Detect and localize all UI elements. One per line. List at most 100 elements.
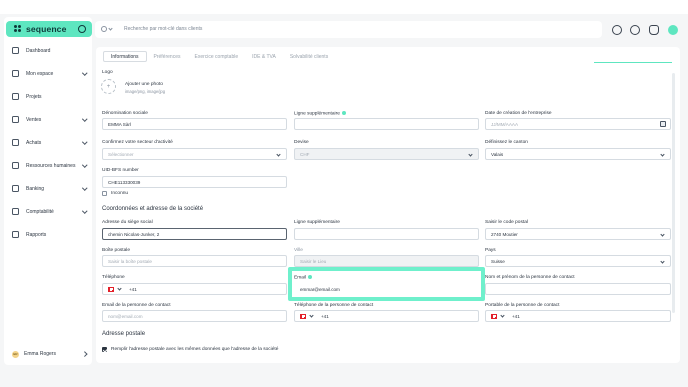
unknown-label: Inconnu [111,191,129,196]
currency-label: Devise [294,140,309,145]
tab-preferences[interactable]: Préférences [147,51,188,62]
help-icon[interactable] [668,25,678,35]
extra-line-label: Ligne supplémentaire [294,111,346,116]
contact-phone-field[interactable]: +41 [294,310,479,322]
contact-mobile-field[interactable]: +41 [485,310,671,322]
city-label: Ville [294,248,303,253]
chevron-down-icon [660,151,665,157]
city-field[interactable]: Saisir le Lieu [294,255,479,267]
extra-line-field[interactable] [294,118,479,130]
sidebar: sequence Dashboard Mon espace Projets Ve… [4,17,92,365]
search-filter-chevron-icon[interactable] [108,26,113,31]
photo-formats-hint: image/png, image/jpg [125,89,166,94]
sidebar-item-label: Ventes [26,116,42,123]
calculator-icon [12,208,19,215]
country-select[interactable]: Suisse [485,255,671,267]
user-icon [12,70,19,77]
canton-select[interactable]: Valais [485,148,671,160]
tab-solvabilite-clients[interactable]: Solvabilité clients [283,51,335,62]
add-icon[interactable] [612,25,622,35]
settings-tabs: Informations Préférences Exercice compta… [103,51,335,62]
hq-address-field[interactable]: chemin Nicolas-Junker, 2 [102,228,287,240]
postal-code-label: Saisir le code postal [485,220,528,225]
sidebar-item-mon-espace[interactable]: Mon espace [12,68,88,79]
country-code-chevron-icon[interactable] [500,312,505,318]
upload-photo-icon[interactable]: + [101,79,116,94]
sidebar-item-label: Mon espace [26,70,54,77]
tag-icon [12,139,19,146]
clock-icon[interactable] [630,25,640,35]
user-menu[interactable]: ER Emma Rogers [12,349,88,359]
sidebar-item-label: Projets [26,93,42,100]
swiss-flag-icon [300,313,306,319]
bell-icon[interactable] [649,25,659,35]
tab-accent-line [594,62,672,63]
chevron-right-icon [81,351,87,357]
email-highlight-frame [288,267,485,301]
tab-exercice-comptable[interactable]: Exercice comptable [187,51,245,62]
uid-field[interactable]: CHE113330039 [102,176,287,188]
sidebar-item-banking[interactable]: Banking [12,183,88,194]
sidebar-item-comptabilite[interactable]: Comptabilité [12,206,88,217]
country-label: Pays [485,248,496,253]
scrollbar[interactable] [672,73,675,313]
info-icon [341,111,346,115]
brand-logo[interactable]: sequence [6,21,92,37]
same-address-checkbox[interactable] [102,347,107,352]
sidebar-item-ventes[interactable]: Ventes [12,114,88,125]
po-box-field[interactable]: Saisir la boîte postale [102,255,287,267]
sidebar-item-label: Ressources humaines [26,162,76,169]
company-settings-panel: Informations Préférences Exercice compta… [96,47,680,363]
coins-icon [12,116,19,123]
search-input[interactable]: Recherche par mot-clé dans clients [124,26,202,32]
chevron-down-icon [81,116,87,122]
sidebar-item-achats[interactable]: Achats [12,137,88,148]
denomination-field[interactable]: EMMA Sàrl [102,118,287,130]
check-square-icon [12,93,19,100]
postal-code-select[interactable]: 2740 Moutier [485,228,671,240]
contact-phone-value: +41 [321,313,329,319]
chevron-down-icon [81,139,87,145]
calendar-icon[interactable] [660,121,666,127]
sidebar-item-label: Achats [26,139,42,146]
denomination-label: Dénomination sociale [102,111,148,116]
search-bar[interactable]: Recherche par mot-clé dans clients [95,21,602,38]
country-code-chevron-icon[interactable] [117,285,122,291]
brand-name: sequence [26,24,67,34]
contact-email-label: Email de la personne de contact [102,303,171,308]
same-address-label: Remplir l'adresse postale avec les mêmes… [111,347,279,352]
sidebar-item-label: Comptabilité [26,208,54,215]
currency-select[interactable]: CHF [294,148,479,160]
sector-select[interactable]: Sélectionner [102,148,287,160]
sidebar-item-ressources-humaines[interactable]: Ressources humaines [12,160,88,171]
window-top-strip [0,0,688,14]
canton-label: Définissez le canton [485,140,528,145]
phone-value: +41 [129,286,137,292]
phone-field[interactable]: +41 [102,283,287,295]
contact-name-label: Nom et prénom de la personne de contact [485,275,575,280]
add-photo-link[interactable]: Ajouter une photo [125,82,163,87]
creation-date-field[interactable]: JJ/MM/AAAA [485,118,671,130]
sidebar-item-dashboard[interactable]: Dashboard [12,45,88,56]
unknown-checkbox[interactable] [102,191,107,196]
top-actions [610,22,680,38]
extra-line2-field[interactable] [294,228,479,240]
sidebar-collapse-icon[interactable] [78,25,86,33]
sidebar-item-projets[interactable]: Projets [12,91,88,102]
chevron-down-icon [81,185,87,191]
postal-code-value: 2740 Moutier [491,231,518,237]
country-code-chevron-icon[interactable] [309,312,314,318]
chevron-down-icon [81,208,87,214]
contact-name-field[interactable] [485,283,671,295]
creation-date-label: Date de création de l'entreprise [485,111,552,116]
tab-ide-tva[interactable]: IDE & TVA [245,51,283,62]
contact-email-field[interactable]: nom@email.com [102,310,287,322]
sidebar-item-rapports[interactable]: Rapports [12,229,88,240]
search-icon [101,26,107,32]
hq-address-label: Adresse du siège social [102,220,153,225]
sidebar-item-label: Dashboard [26,47,51,54]
chevron-down-icon [660,258,665,264]
sequence-logo-icon [14,25,22,33]
tab-informations[interactable]: Informations [103,51,147,62]
logo-label: Logo [102,70,113,75]
